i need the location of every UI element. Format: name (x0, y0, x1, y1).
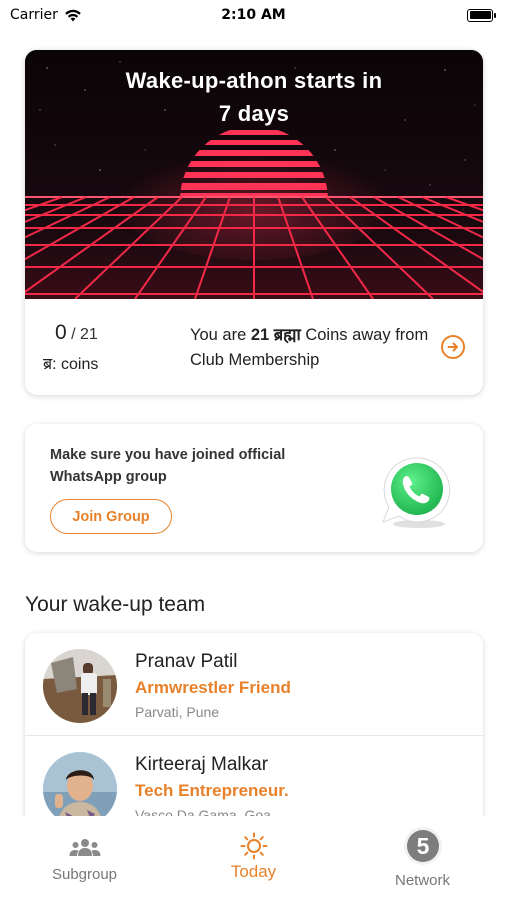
carrier-label: Carrier (10, 7, 58, 23)
join-group-button[interactable]: Join Group (50, 499, 172, 534)
coins-away-text: You are 21 ब्रह्मा Coins away from Club … (190, 323, 435, 373)
coins-summary: 0 / 21 ब्र: coins You are 21 ब्रह्मा Coi… (25, 299, 483, 395)
network-5-badge-icon: 5 (403, 827, 442, 865)
countdown-title-line1: Wake-up-athon starts in (125, 68, 383, 93)
whatsapp-group-card: Make sure you have joined official Whats… (25, 424, 483, 552)
avatar (43, 752, 117, 826)
sun-icon (240, 832, 267, 860)
coins-away-prefix: You are (190, 326, 251, 344)
tab-label: Network (394, 872, 450, 889)
tab-label: Subgroup (51, 866, 118, 883)
member-role: Armwrestler Friend (135, 678, 291, 697)
synthwave-banner: Wake-up-athon starts in 7 days (25, 50, 483, 299)
member-location: Parvati, Pune (135, 704, 220, 720)
coins-count: 0 / 21 (55, 321, 98, 345)
status-bar: Carrier 2:10 AM (0, 0, 507, 30)
coins-label: ब्र: coins (43, 356, 99, 373)
tab-subgroup[interactable]: Subgroup (0, 816, 169, 900)
tab-today[interactable]: Today (169, 816, 338, 900)
arrow-right-circle-button[interactable] (441, 335, 465, 359)
tab-network[interactable]: 5 Network (338, 816, 507, 900)
battery-icon (467, 8, 496, 22)
whatsapp-icon[interactable] (377, 452, 457, 532)
member-role: Tech Entrepreneur. (135, 781, 289, 800)
status-time: 2:10 AM (221, 7, 286, 23)
member-name: Kirteeraj Malkar (135, 754, 269, 775)
group-icon (69, 839, 100, 856)
arrow-right-icon (447, 342, 458, 352)
avatar (43, 649, 117, 723)
countdown-card[interactable]: Wake-up-athon starts in 7 days 0 / 21 ब्… (25, 50, 483, 395)
tab-label: Today (230, 862, 277, 881)
wifi-icon (65, 9, 81, 21)
team-list: Pranav Patil Armwrestler Friend Parvati,… (25, 633, 483, 833)
coins-current: 0 (55, 321, 67, 344)
member-name: Pranav Patil (135, 651, 238, 672)
whatsapp-message: Make sure you have joined official Whats… (50, 447, 286, 485)
coins-away-count: 21 ब्रह्मा (250, 326, 301, 344)
network-badge-number: 5 (416, 833, 429, 859)
countdown-title: Wake-up-athon starts in 7 days (25, 64, 483, 130)
countdown-days: 7 days (218, 101, 290, 126)
team-member[interactable]: Pranav Patil Armwrestler Friend Parvati,… (25, 633, 483, 735)
team-heading: Your wake-up team (25, 593, 206, 616)
bottom-tab-bar: Subgroup Today 5 Network (0, 816, 507, 900)
coins-total: / 21 (71, 326, 98, 343)
